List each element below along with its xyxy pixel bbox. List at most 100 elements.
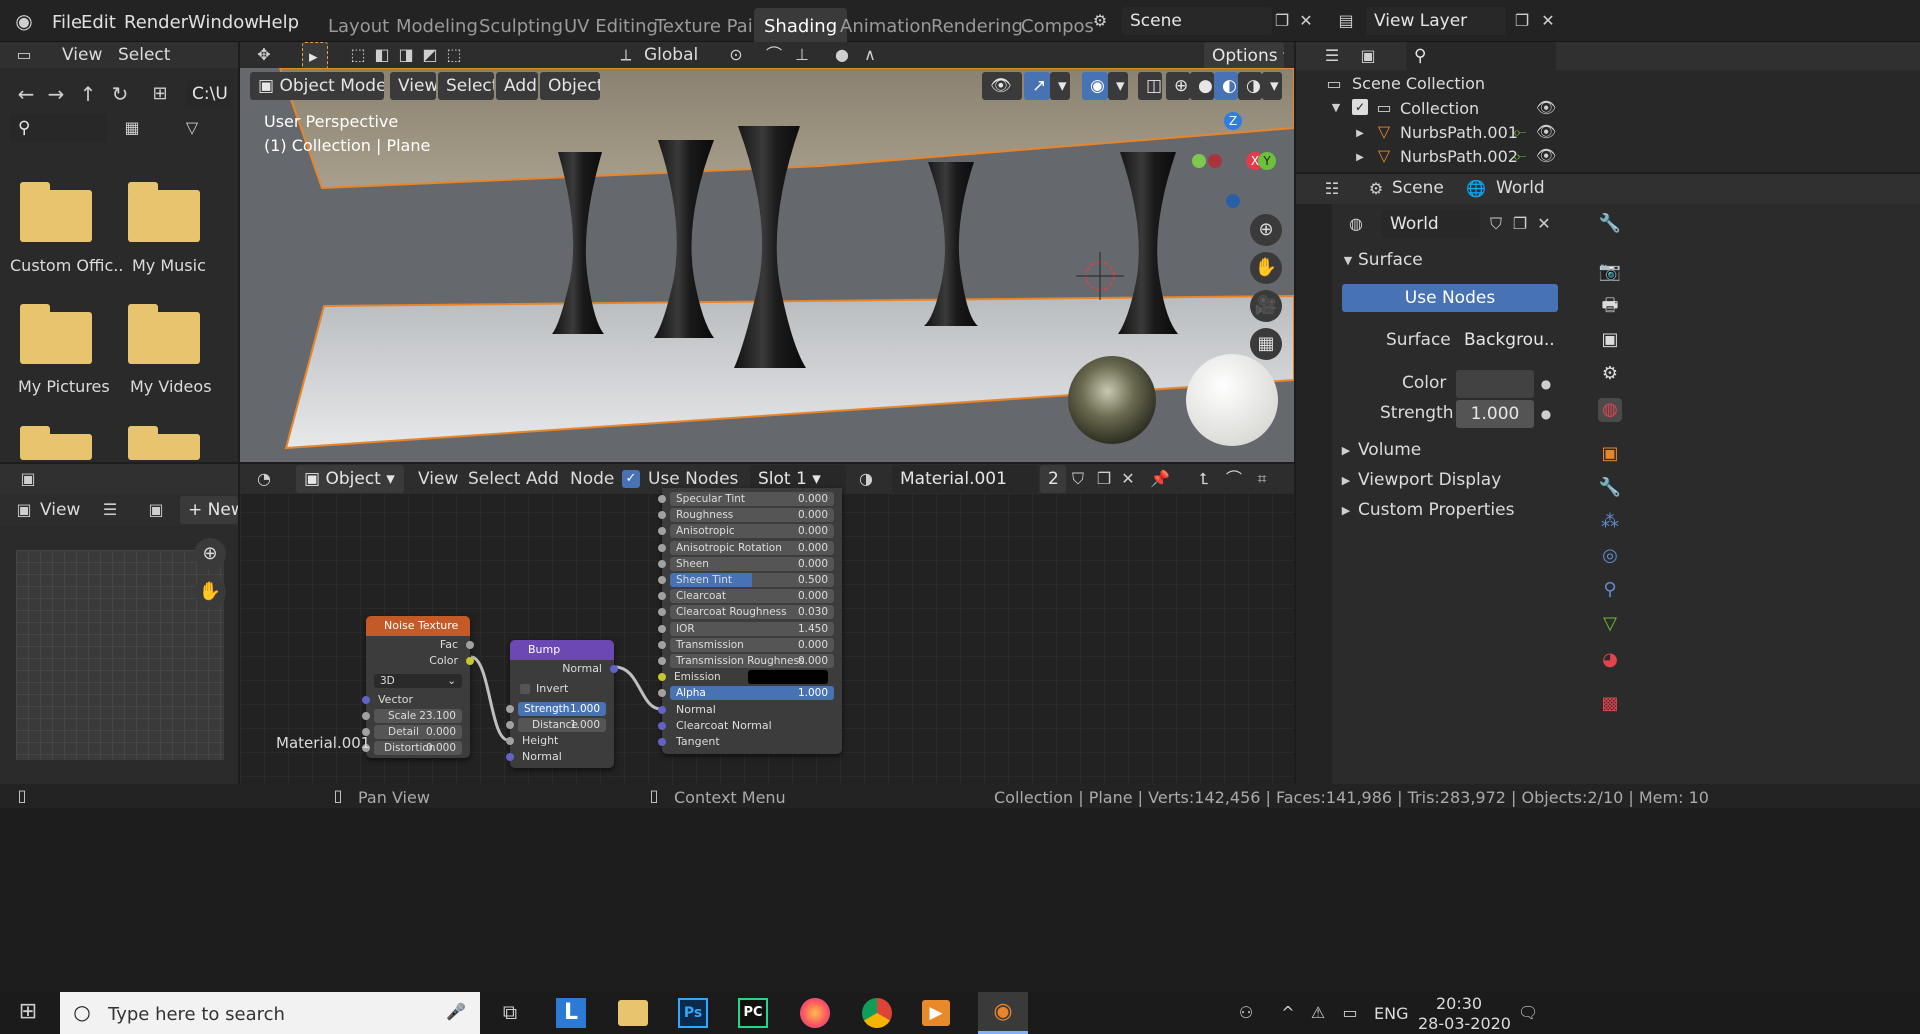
bsdf-input-socket[interactable]	[658, 576, 666, 584]
tray-chevron-icon[interactable]: ^	[1278, 1003, 1298, 1023]
file-explorer-icon[interactable]	[618, 1000, 648, 1026]
data-tab-icon[interactable]: ▽	[1598, 612, 1622, 636]
shading-material[interactable]: ◐	[1214, 72, 1238, 100]
shading-rendered[interactable]: ◑	[1238, 72, 1262, 100]
visibility-dropdown[interactable]: 👁	[982, 72, 1022, 100]
viewport-3d[interactable]: ✥ ▸ ⬚ ◧ ◨ ◩ ⬚ ⟂ Global ⊙ ⌒ ⊥ ● ∧ Options…	[240, 42, 1294, 462]
strength-field[interactable]: 1.000	[1456, 400, 1534, 428]
back-arrow-icon[interactable]: ←	[16, 84, 36, 104]
bsdf-input-socket[interactable]	[658, 559, 666, 568]
pycharm-icon[interactable]: PC	[738, 998, 768, 1028]
render-tab-icon[interactable]: 📷	[1598, 260, 1622, 284]
scale-field[interactable]: Scale 23.100	[374, 709, 462, 723]
output-tab-icon[interactable]: 🖶	[1598, 294, 1622, 318]
outliner-item[interactable]: NurbsPath.001	[1400, 123, 1518, 142]
strength-socket[interactable]	[506, 705, 514, 713]
falloff-icon[interactable]: ∧	[860, 45, 880, 65]
select-intersect-icon[interactable]: ⬚	[444, 45, 464, 65]
use-nodes-button[interactable]: Use Nodes	[1342, 284, 1558, 312]
material-tab-icon[interactable]: ◕	[1598, 648, 1622, 672]
outliner-search-input[interactable]: ⚲	[1406, 42, 1556, 70]
surface-shader-field[interactable]: Backgrou..	[1456, 326, 1556, 354]
visibility-eye-icon[interactable]: 👁	[1536, 98, 1556, 118]
strength-link-icon[interactable]: ●	[1536, 404, 1556, 424]
unlink-world-icon[interactable]: ✕	[1534, 214, 1554, 234]
new-image-button[interactable]: + New	[180, 496, 238, 524]
bsdf-input-socket[interactable]	[658, 624, 666, 633]
noise-texture-node[interactable]: Noise Texture Fac Color 3D ⌄ Vector Scale…	[362, 616, 474, 758]
viewport-object-menu[interactable]: Object	[540, 72, 600, 100]
refresh-icon[interactable]: ↻	[110, 84, 130, 104]
bsdf-field[interactable]: Sheen Tint 0.500	[670, 573, 834, 587]
scene-collection-label[interactable]: Scene Collection	[1352, 74, 1485, 93]
gizmo-neg-x[interactable]	[1208, 154, 1222, 168]
object-tab-icon[interactable]: ▣	[1598, 442, 1622, 466]
pan-hand-icon[interactable]: ✋	[1250, 252, 1282, 284]
viewport-add-menu[interactable]: Add	[496, 72, 538, 100]
new-folder-icon[interactable]: ⊞	[150, 84, 170, 104]
snap-icon[interactable]: ⌒	[764, 45, 784, 65]
folder-icon[interactable]	[20, 182, 92, 242]
clock-time[interactable]: 20:30	[1436, 994, 1482, 1013]
gizmo-y-axis[interactable]: Y	[1258, 152, 1276, 170]
folder-icon[interactable]	[128, 304, 200, 364]
viewport-select-menu[interactable]: Select	[438, 72, 494, 100]
media-player-icon[interactable]: ▶	[922, 1000, 950, 1026]
blender-logo-icon[interactable]: ◉	[14, 11, 34, 31]
visibility-eye-icon[interactable]: 👁	[1536, 146, 1556, 166]
bsdf-input-socket[interactable]	[658, 495, 666, 503]
perspective-toggle-icon[interactable]: ▦	[1250, 328, 1282, 360]
editor-type-icon[interactable]: ▣	[18, 469, 38, 489]
viewport-view-menu[interactable]: View	[390, 72, 436, 100]
zoom-icon[interactable]: ⊕	[1250, 214, 1282, 246]
emission-color-swatch[interactable]	[748, 670, 828, 685]
bsdf-input-socket[interactable]	[658, 689, 666, 698]
network-icon[interactable]: ⚠	[1308, 1003, 1328, 1023]
new-world-icon[interactable]: ❐	[1510, 214, 1530, 234]
scene-name-field[interactable]: Scene	[1122, 7, 1272, 35]
clock-date[interactable]: 28-03-2020	[1418, 1014, 1511, 1033]
bsdf-field[interactable]: Emission	[670, 670, 834, 685]
select-subtract-icon[interactable]: ◨	[396, 45, 416, 65]
file-select-menu[interactable]: Select	[118, 45, 170, 65]
editor-type-icon[interactable]: ☰	[1322, 46, 1342, 66]
windows-start-icon[interactable]: ⊞	[18, 1001, 38, 1023]
surface-panel-title[interactable]: Surface	[1358, 250, 1423, 270]
display-mode-icon[interactable]: ▣	[1358, 46, 1378, 66]
fac-socket[interactable]	[466, 641, 474, 649]
node-editor-panel[interactable]: ◔ ▣ Object ▾ View Select Add Node ✓ Use …	[240, 464, 1294, 790]
forward-arrow-icon[interactable]: →	[46, 84, 66, 104]
dimensions-dropdown[interactable]: 3D ⌄	[374, 674, 462, 688]
scene-breadcrumb[interactable]: Scene	[1392, 178, 1444, 198]
blender-taskbar-icon[interactable]: ◉	[978, 992, 1028, 1034]
particles-tab-icon[interactable]: ⁂	[1598, 510, 1622, 534]
editor-type-icon[interactable]: ☷	[1322, 179, 1342, 199]
shading-wireframe[interactable]: ⊕	[1166, 72, 1190, 100]
image-view-menu[interactable]: View	[40, 500, 80, 520]
bsdf-field[interactable]: Clearcoat 0.000	[670, 589, 834, 604]
outliner-item[interactable]: NurbsPath.002	[1400, 147, 1518, 166]
visibility-eye-icon[interactable]: 👁	[1536, 122, 1556, 142]
world-tab-icon[interactable]: 🌐	[1466, 179, 1486, 199]
bsdf-field[interactable]: Anisotropic 0.000	[670, 524, 834, 539]
volume-panel-title[interactable]: Volume	[1358, 440, 1421, 460]
bsdf-field[interactable]: IOR 1.450	[670, 621, 834, 636]
color-swatch[interactable]	[1456, 370, 1534, 398]
world-name-field[interactable]: World	[1382, 210, 1480, 238]
bsdf-field[interactable]: Anisotropic Rotation 0.000	[670, 540, 834, 555]
gizmo-z-axis[interactable]: Z	[1224, 112, 1242, 130]
color-socket[interactable]	[466, 657, 474, 665]
chrome-icon[interactable]	[862, 998, 892, 1028]
orientation-dropdown[interactable]: Global	[644, 45, 698, 65]
bump-normal-out-socket[interactable]	[610, 665, 618, 673]
constraints-tab-icon[interactable]: ⚲	[1598, 578, 1622, 602]
menu-window[interactable]: Window	[188, 12, 259, 33]
physics-tab-icon[interactable]: ◎	[1598, 544, 1622, 568]
scale-socket[interactable]	[362, 712, 370, 720]
viewport-display-panel-title[interactable]: Viewport Display	[1358, 470, 1501, 490]
expand-arrow-icon[interactable]: ▶	[1350, 124, 1370, 144]
folder-icon[interactable]	[128, 426, 200, 460]
tool-tab-icon[interactable]: 🔧	[1598, 212, 1622, 236]
distance-field[interactable]: Distance 1.000	[518, 718, 606, 732]
collection-checkbox[interactable]: ✓	[1352, 99, 1368, 115]
